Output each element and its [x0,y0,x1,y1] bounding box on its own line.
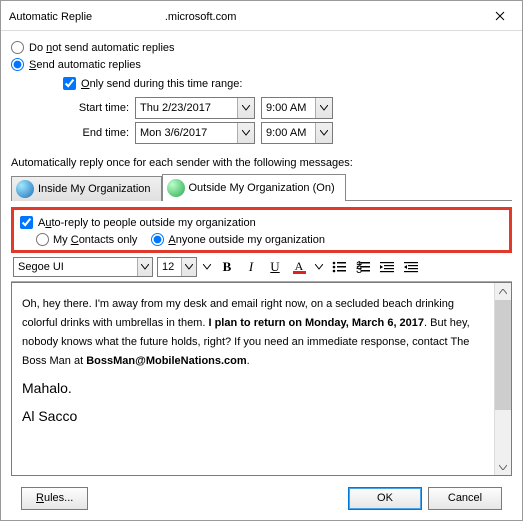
end-date-value: Mon 3/6/2017 [140,127,207,139]
end-time-value: 9:00 AM [266,127,306,139]
auto-reply-outside-label: Auto-reply to people outside my organiza… [38,217,256,229]
send-radio-input[interactable] [11,58,24,71]
bullets-button[interactable] [329,257,349,277]
numbered-list-button[interactable]: 123 [353,257,373,277]
time-range-grid: Start time: Thu 2/23/2017 9:00 AM End ti… [67,94,512,147]
font-size-combo[interactable]: 12 [157,257,197,277]
window-title: Automatic Replie xxxxxxxxxxxx .microsoft… [9,9,477,23]
msg-text: . [247,355,250,367]
msg-text: Mahalo. [22,379,484,398]
anyone-outside-radio[interactable]: Anyone outside my organization [151,233,325,246]
font-name: Segoe UI [18,261,64,273]
scroll-up-button[interactable] [495,283,511,300]
highlight-box: Auto-reply to people outside my organiza… [11,207,512,253]
automatic-replies-dialog: Automatic Replie xxxxxxxxxxxx .microsoft… [0,0,523,521]
send-radio[interactable]: Send automatic replies [11,58,512,71]
people-icon [16,180,34,198]
title-suffix: .microsoft.com [165,11,237,23]
chevron-down-icon[interactable] [315,98,332,118]
msg-bold-email: BossMan@MobileNations.com [86,355,246,367]
auto-reply-outside-input[interactable] [20,216,33,229]
tab-outside-org[interactable]: Outside My Organization (On) [162,174,346,201]
send-label: Send automatic replies [29,59,141,71]
contacts-only-radio[interactable]: My Contacts only [36,233,137,246]
cancel-button[interactable]: Cancel [428,487,502,510]
window-close-button[interactable] [477,1,522,31]
chevron-down-icon[interactable] [237,123,254,143]
globe-icon [167,179,185,197]
anyone-outside-label: Anyone outside my organization [168,234,325,246]
title-prefix: Automatic Replie [9,11,92,23]
only-send-range-label: Only send during this time range: [81,78,242,90]
start-date-value: Thu 2/23/2017 [140,102,211,114]
rules-button[interactable]: Rules... [21,487,88,510]
chevron-down-icon[interactable] [315,123,332,143]
contacts-only-input[interactable] [36,233,49,246]
end-time-combo[interactable]: 9:00 AM [261,122,333,144]
font-color-button[interactable]: A [289,257,309,277]
start-time-label: Start time: [67,102,135,114]
ok-button[interactable]: OK [348,487,422,510]
editor-toolbar: Segoe UI 12 B I U A 123 [11,253,512,282]
dialog-body: Do not send automatic replies Send autom… [1,31,522,520]
svg-text:3: 3 [356,264,362,273]
start-time-value: 9:00 AM [266,102,306,114]
msg-signature: Al Sacco [22,407,484,426]
anyone-outside-input[interactable] [151,233,164,246]
outside-scope-group: My Contacts only Anyone outside my organ… [36,233,503,246]
titlebar: Automatic Replie xxxxxxxxxxxx .microsoft… [1,1,522,31]
tab-outside-label: Outside My Organization (On) [189,182,335,194]
do-not-send-radio-input[interactable] [11,41,24,54]
font-combo[interactable]: Segoe UI [13,257,153,277]
chevron-down-icon[interactable] [137,258,152,276]
start-time-combo[interactable]: 9:00 AM [261,97,333,119]
message-body[interactable]: Oh, hey there. I'm away from my desk and… [12,283,494,475]
only-send-range-input[interactable] [63,77,76,90]
chevron-down-icon[interactable] [237,98,254,118]
scroll-thumb[interactable] [495,300,511,410]
end-time-label: End time: [67,127,135,139]
font-size: 12 [162,261,174,273]
start-date-combo[interactable]: Thu 2/23/2017 [135,97,255,119]
section-label: Automatically reply once for each sender… [11,157,512,169]
message-editor: Oh, hey there. I'm away from my desk and… [11,282,512,476]
tab-inside-label: Inside My Organization [38,183,151,195]
dialog-footer: Rules... OK Cancel [11,476,512,520]
tabstrip: Inside My Organization Outside My Organi… [11,173,512,201]
contacts-only-label: My Contacts only [53,234,137,246]
scroll-track[interactable] [495,410,511,458]
decrease-indent-button[interactable] [401,257,421,277]
only-send-range-checkbox[interactable]: Only send during this time range: [63,77,512,90]
bold-button[interactable]: B [217,257,237,277]
do-not-send-radio[interactable]: Do not send automatic replies [11,41,512,54]
end-date-combo[interactable]: Mon 3/6/2017 [135,122,255,144]
chevron-down-icon[interactable] [313,257,325,277]
italic-button[interactable]: I [241,257,261,277]
chevron-down-icon[interactable] [181,258,196,276]
underline-button[interactable]: U [265,257,285,277]
scroll-down-button[interactable] [495,458,511,475]
increase-indent-button[interactable] [377,257,397,277]
msg-bold-return: I plan to return on Monday, March 6, 201… [208,317,424,329]
do-not-send-label: Do not send automatic replies [29,42,175,54]
vertical-scrollbar[interactable] [494,283,511,475]
auto-reply-outside-checkbox[interactable]: Auto-reply to people outside my organiza… [20,216,503,229]
chevron-down-icon[interactable] [201,257,213,277]
tab-inside-org[interactable]: Inside My Organization [11,176,162,201]
